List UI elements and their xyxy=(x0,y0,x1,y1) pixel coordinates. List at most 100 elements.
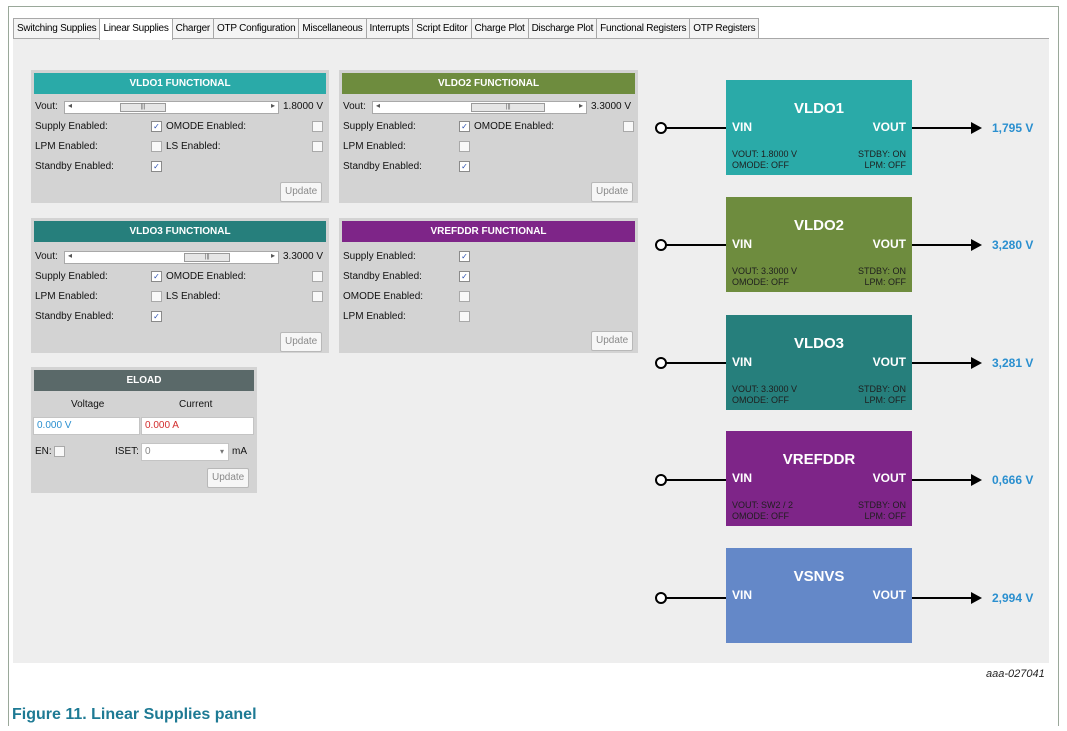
tab-otp-configuration[interactable]: OTP Configuration xyxy=(213,18,300,38)
vrefddr-status-vout: VOUT: SW2 / 2 xyxy=(732,500,794,510)
vldo1-status-vout: VOUT: 1.8000 V xyxy=(732,149,798,159)
eload-en-checkbox[interactable] xyxy=(54,446,65,457)
slider-right-arrow-icon[interactable]: ▸ xyxy=(271,251,275,260)
vldo3-omode-checkbox[interactable] xyxy=(312,271,323,282)
eload-update-button[interactable]: Update xyxy=(207,468,250,488)
vldo3-output-voltage: 3,281 V xyxy=(992,356,1034,370)
vldo3-vin-label: VIN xyxy=(732,355,753,369)
vldo3-omode-label: OMODE Enabled: xyxy=(166,271,247,282)
vldo1-supply-enabled-label: Supply Enabled: xyxy=(35,121,108,132)
vldo2-slider-thumb[interactable]: ||| xyxy=(471,103,546,112)
vrefddr-update-button[interactable]: Update xyxy=(591,331,634,351)
vldo1-update-button[interactable]: Update xyxy=(280,182,323,202)
vldo3-update-button[interactable]: Update xyxy=(280,332,323,352)
vldo3-standby-label: Standby Enabled: xyxy=(35,311,114,322)
eload-current-label: Current xyxy=(179,399,213,410)
tab-switching-supplies[interactable]: Switching Supplies xyxy=(13,18,101,38)
figure-caption: Figure 11. Linear Supplies panel xyxy=(12,706,257,723)
vrefddr-omode-label: OMODE Enabled: xyxy=(343,291,424,302)
vrefddr-standby-label: Standby Enabled: xyxy=(343,271,422,282)
vsnvs-vin-label: VIN xyxy=(732,588,753,602)
slider-right-arrow-icon[interactable]: ▸ xyxy=(271,101,275,110)
vldo3-ls-label: LS Enabled: xyxy=(166,291,221,302)
tab-interrupts[interactable]: Interrupts xyxy=(365,18,414,38)
vldo1-slider-thumb[interactable]: ||| xyxy=(119,103,166,112)
vldo1-ls-checkbox[interactable] xyxy=(312,141,323,152)
vldo3-standby-checkbox[interactable]: ✓ xyxy=(151,311,162,322)
vldo2-lpm-checkbox[interactable] xyxy=(459,141,470,152)
vldo1-standby-checkbox[interactable]: ✓ xyxy=(151,161,162,172)
vldo1-vout-slider[interactable]: ◂ ||| ▸ xyxy=(64,101,279,114)
vldo1-output-voltage: 1,795 V xyxy=(992,121,1034,135)
frame-border-right xyxy=(1058,6,1059,726)
vldo3-vout-label: Vout: xyxy=(35,251,58,262)
vrefddr-status-lpm: LPM: OFF xyxy=(864,511,906,521)
slider-left-arrow-icon[interactable]: ◂ xyxy=(376,101,380,110)
vldo2-vout-slider[interactable]: ◂ ||| ▸ xyxy=(372,101,587,114)
vsnvs-block: VSNVS VIN VOUT xyxy=(726,548,912,643)
tab-script-editor[interactable]: Script Editor xyxy=(412,18,472,38)
vldo1-output-arrow-icon xyxy=(971,122,982,134)
vldo3-functional-panel: VLDO3 FUNCTIONAL Vout: ◂ ||| ▸ 3.3000 V … xyxy=(31,218,329,353)
vldo1-vout-value: 1.8000 V xyxy=(283,101,324,112)
vsnvs-output-voltage: 2,994 V xyxy=(992,591,1034,605)
tab-charge-plot[interactable]: Charge Plot xyxy=(470,18,529,38)
vldo3-ls-checkbox[interactable] xyxy=(312,291,323,302)
vldo3-supply-enabled-checkbox[interactable]: ✓ xyxy=(151,271,162,282)
vrefddr-output-arrow-icon xyxy=(971,474,982,486)
vldo1-vin-label: VIN xyxy=(732,120,753,134)
vldo2-standby-checkbox[interactable]: ✓ xyxy=(459,161,470,172)
vldo3-vout-slider[interactable]: ◂ ||| ▸ xyxy=(64,251,279,264)
tab-functional-registers[interactable]: Functional Registers xyxy=(596,18,691,38)
slider-left-arrow-icon[interactable]: ◂ xyxy=(68,101,72,110)
vldo3-vout-value: 3.3000 V xyxy=(283,251,324,262)
vldo1-omode-checkbox[interactable] xyxy=(312,121,323,132)
tab-linear-supplies[interactable]: Linear Supplies xyxy=(99,18,173,40)
vrefddr-status-omode: OMODE: OFF xyxy=(732,511,789,521)
vrefddr-standby-checkbox[interactable]: ✓ xyxy=(459,271,470,282)
vldo2-functional-panel: VLDO2 FUNCTIONAL Vout: ◂ ||| ▸ 3.3000 V … xyxy=(339,70,638,203)
vrefddr-supply-enabled-label: Supply Enabled: xyxy=(343,251,416,262)
vldo2-output-voltage: 3,280 V xyxy=(992,238,1034,252)
vrefddr-vin-label: VIN xyxy=(732,471,753,485)
vldo2-omode-label: OMODE Enabled: xyxy=(474,121,555,132)
tab-discharge-plot[interactable]: Discharge Plot xyxy=(527,18,598,38)
vldo1-status-stdby: STDBY: ON xyxy=(857,149,906,159)
vldo3-lpm-checkbox[interactable] xyxy=(151,291,162,302)
vldo2-status-stdby: STDBY: ON xyxy=(857,266,906,276)
vldo1-ls-label: LS Enabled: xyxy=(166,141,221,152)
figure-id: aaa-027041 xyxy=(986,668,1045,680)
tab-otp-registers[interactable]: OTP Registers xyxy=(689,18,760,38)
slider-right-arrow-icon[interactable]: ▸ xyxy=(579,101,583,110)
vldo2-update-button[interactable]: Update xyxy=(591,182,634,202)
frame-border-top xyxy=(8,6,1059,7)
tab-charger[interactable]: Charger xyxy=(171,18,215,38)
vldo1-status-omode: OMODE: OFF xyxy=(732,160,789,170)
vrefddr-supply-enabled-checkbox[interactable]: ✓ xyxy=(459,251,470,262)
vldo1-lpm-checkbox[interactable] xyxy=(151,141,162,152)
vrefddr-lpm-label: LPM Enabled: xyxy=(343,311,406,322)
vldo2-omode-checkbox[interactable] xyxy=(623,121,634,132)
vldo3-slider-thumb[interactable]: ||| xyxy=(184,253,231,262)
vrefddr-omode-checkbox[interactable] xyxy=(459,291,470,302)
eload-current-display: 0.000 A xyxy=(141,417,254,435)
tab-miscellaneous[interactable]: Miscellaneous xyxy=(298,18,367,38)
vldo2-panel-title: VLDO2 FUNCTIONAL xyxy=(342,73,635,94)
vrefddr-lpm-checkbox[interactable] xyxy=(459,311,470,322)
vldo2-vout-label: Vout: xyxy=(343,101,366,112)
eload-en-label: EN: xyxy=(35,446,52,457)
vsnvs-block-title: VSNVS xyxy=(793,568,845,585)
vldo3-status-vout: VOUT: 3.3000 V xyxy=(732,384,798,394)
eload-voltage-display: 0.000 V xyxy=(33,417,140,435)
vldo1-supply-enabled-checkbox[interactable]: ✓ xyxy=(151,121,162,132)
vldo2-vout-label: VOUT xyxy=(872,237,906,251)
vldo2-status-omode: OMODE: OFF xyxy=(732,277,789,287)
vldo2-lpm-label: LPM Enabled: xyxy=(343,141,406,152)
slider-left-arrow-icon[interactable]: ◂ xyxy=(68,251,72,260)
linear-supplies-content: VLDO1 FUNCTIONAL Vout: ◂ ||| ▸ 1.8000 V … xyxy=(13,39,1049,663)
vrefddr-status-stdby: STDBY: ON xyxy=(857,500,906,510)
dropdown-arrow-icon[interactable]: ▾ xyxy=(220,444,224,460)
vldo2-supply-enabled-checkbox[interactable]: ✓ xyxy=(459,121,470,132)
vldo3-output-arrow-icon xyxy=(971,357,982,369)
eload-iset-combobox[interactable]: 0 ▾ xyxy=(141,443,229,461)
